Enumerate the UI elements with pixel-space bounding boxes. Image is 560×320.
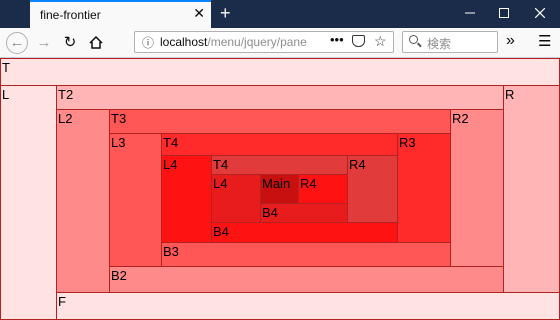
pane-right-2: R2 xyxy=(450,109,504,267)
page-actions-icon[interactable]: ••• xyxy=(330,32,344,47)
pane-left-4-outer: L4 xyxy=(161,155,212,243)
pane-label: T4 xyxy=(213,157,229,172)
pane-label: R xyxy=(505,87,515,102)
pane-left-2: L2 xyxy=(56,109,110,293)
pane-label: T2 xyxy=(58,87,74,102)
pane-label: B4 xyxy=(262,205,278,220)
pane-right-4-inner: R4 xyxy=(347,155,398,223)
pane-label: F xyxy=(58,294,66,309)
pane-label: T xyxy=(2,60,10,75)
pane-label: R3 xyxy=(399,135,416,150)
pane-label: B4 xyxy=(213,224,229,239)
pane-right-3: R3 xyxy=(397,133,451,243)
pane-top-4-inner: T4 xyxy=(211,155,348,175)
search-bar[interactable]: 検索 xyxy=(402,31,498,53)
pane-label: L2 xyxy=(58,111,73,126)
pane-right: R xyxy=(503,85,560,293)
info-icon[interactable]: ⓘ xyxy=(142,34,154,51)
pane-bottom-2: B2 xyxy=(109,266,504,293)
star-icon[interactable]: ☆ xyxy=(374,33,387,50)
address-bar[interactable]: ⓘ localhost/menu/jquery/pane ••• ☆ xyxy=(134,31,394,53)
search-placeholder: 検索 xyxy=(427,37,452,51)
pane-label: L xyxy=(2,87,10,102)
pane-top-2: T2 xyxy=(56,85,504,110)
pocket-icon[interactable] xyxy=(352,35,365,47)
menu-icon[interactable]: ☰ xyxy=(538,32,551,50)
maximize-icon[interactable] xyxy=(494,4,514,24)
pane-label: L3 xyxy=(111,135,126,150)
pane-label: R2 xyxy=(452,111,469,126)
pane-label: L4 xyxy=(163,157,178,172)
pane-bottom-4-center: B4 xyxy=(260,203,348,223)
url-host: localhost xyxy=(160,35,208,49)
pane-label: T4 xyxy=(163,135,179,150)
pane-label: L4 xyxy=(213,176,228,191)
search-icon xyxy=(409,35,418,44)
forward-icon[interactable]: → xyxy=(33,32,55,54)
pane-bottom-3: B3 xyxy=(161,242,451,267)
pane-label: T3 xyxy=(111,111,127,126)
new-tab-icon[interactable]: + xyxy=(220,3,231,23)
reload-icon[interactable]: ↻ xyxy=(59,32,81,54)
tab-active[interactable]: fine-frontier ✕ xyxy=(30,0,211,28)
home-icon[interactable] xyxy=(85,32,107,54)
title-bar: fine-frontier ✕ + xyxy=(0,0,560,28)
pane-label: R4 xyxy=(349,157,366,172)
pane-label: B3 xyxy=(163,244,179,259)
minimize-icon[interactable] xyxy=(460,4,480,24)
url-path: /menu/jquery/pane xyxy=(207,35,307,49)
pane-label: R4 xyxy=(300,176,317,191)
url-text: localhost/menu/jquery/pane xyxy=(160,35,307,49)
pane-left: L xyxy=(0,85,57,320)
page-content: T L R F T2 L2 R2 B2 T3 L3 R3 B3 T4 L4 B4 xyxy=(0,58,560,320)
overflow-icon[interactable]: » xyxy=(506,32,515,50)
close-icon[interactable] xyxy=(530,4,550,24)
pane-label: Main xyxy=(262,176,291,191)
pane-top: T xyxy=(0,58,560,86)
pane-main: Main xyxy=(260,174,299,204)
pane-label: B2 xyxy=(111,268,127,283)
pane-right-4-center: R4 xyxy=(298,174,348,204)
pane-top-3: T3 xyxy=(109,109,451,134)
back-icon[interactable]: ← xyxy=(6,32,28,54)
pane-footer: F xyxy=(56,292,560,320)
pane-left-4-inner: L4 xyxy=(211,174,261,223)
pane-left-3: L3 xyxy=(109,133,162,267)
close-tab-icon[interactable]: ✕ xyxy=(193,5,205,22)
tab-title: fine-frontier xyxy=(40,8,101,22)
nav-toolbar: ← → ↻ ⓘ localhost/menu/jquery/pane ••• ☆… xyxy=(0,28,560,58)
pane-top-4-outer: T4 xyxy=(161,133,398,156)
pane-bottom-4-outer: B4 xyxy=(211,222,398,243)
